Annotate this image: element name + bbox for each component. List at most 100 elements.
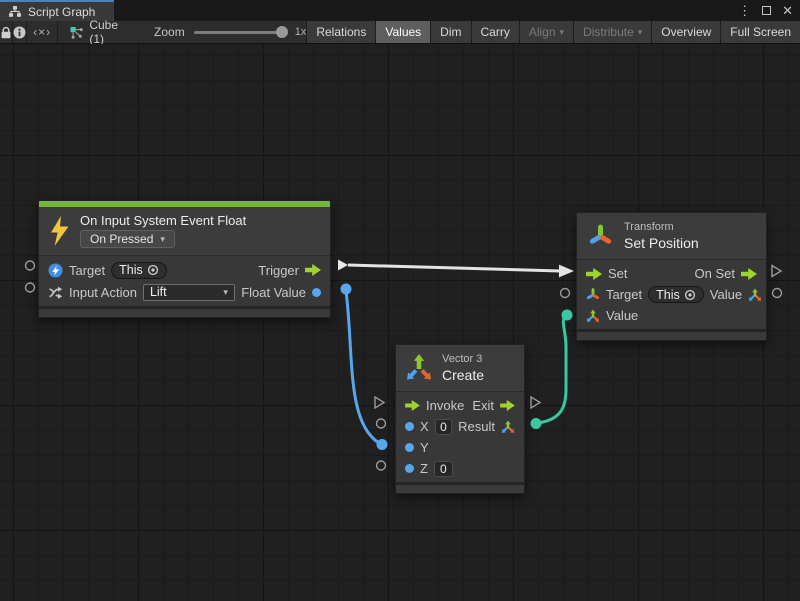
on-set-port-marker[interactable] <box>772 266 781 277</box>
flow-arrow-icon[interactable] <box>405 400 420 411</box>
toolbar-button-label: Align <box>529 25 556 39</box>
x-port-label: X <box>420 419 429 434</box>
toolbar-button-dim[interactable]: Dim <box>430 21 470 43</box>
window-controls: ⋮ ✕ <box>738 0 793 21</box>
transform-icon <box>587 222 614 250</box>
graph-toolbar: ‹×› Cube (1) Zoom 1x RelationsValuesDimC… <box>0 21 800 44</box>
toolbar-button-align: Align <box>519 21 573 43</box>
node-on-input-system-event-float[interactable]: On Input System Event Float On Pressed T… <box>38 200 331 318</box>
graph-name: Cube (1) <box>89 18 118 46</box>
set-target-row: Target This Value <box>577 284 766 305</box>
y-in-port-marker[interactable] <box>377 439 388 450</box>
y-row: Y <box>396 437 524 458</box>
window-menu-icon[interactable]: ⋮ <box>738 4 751 17</box>
z-row: Z 0 <box>396 458 524 479</box>
vector3-node-footer <box>396 482 524 493</box>
zoom-slider[interactable] <box>194 31 286 34</box>
toolbar-button-overview[interactable]: Overview <box>651 21 720 43</box>
transform-mini-icon <box>586 287 600 302</box>
target-object-field[interactable]: This <box>111 262 167 279</box>
lock-button[interactable] <box>0 21 13 43</box>
z-port-marker[interactable] <box>377 461 386 470</box>
trigger-out-port-marker[interactable] <box>338 260 348 271</box>
maximize-icon[interactable] <box>762 6 771 15</box>
toolbar-button-label: Dim <box>440 25 461 39</box>
object-picker-icon[interactable] <box>684 289 696 301</box>
toolbar-button-label: Values <box>385 25 421 39</box>
chevron-down-icon <box>160 232 165 246</box>
set-row: Set On Set <box>577 263 766 284</box>
flow-arrow-icon[interactable] <box>305 264 321 276</box>
input-action-port-label: Input Action <box>69 285 137 300</box>
result-out-port-marker[interactable] <box>531 418 542 429</box>
graph-canvas[interactable]: On Input System Event Float On Pressed T… <box>0 44 800 601</box>
node-vector3-create[interactable]: Vector 3 Create Invoke Exit <box>395 344 525 494</box>
event-target-row: Target This Trigger <box>39 259 330 281</box>
flow-arrow-icon[interactable] <box>586 268 602 280</box>
flow-arrow-icon[interactable] <box>741 268 757 280</box>
flow-arrow-icon[interactable] <box>500 400 515 411</box>
value-out-port-label: Value <box>710 287 742 302</box>
float-value-port-label: Float Value <box>241 285 306 300</box>
chevron-down-icon <box>223 285 228 299</box>
invoke-row: Invoke Exit <box>396 395 524 416</box>
vector3-mini-icon[interactable] <box>501 420 515 434</box>
chevron-down-icon <box>560 25 565 39</box>
toolbar-button-distribute: Distribute <box>573 21 651 43</box>
toolbar-button-values[interactable]: Values <box>375 21 430 43</box>
info-icon <box>13 26 26 39</box>
event-node-header[interactable]: On Input System Event Float On Pressed <box>39 207 330 256</box>
toolbar-button-full-screen[interactable]: Full Screen <box>720 21 800 43</box>
script-graph-window: Script Graph ⋮ ✕ ‹×› Cube (1) Zoom <box>0 0 800 601</box>
tab-title: Script Graph <box>28 5 95 19</box>
event-target-port-marker[interactable] <box>26 261 35 270</box>
lightning-bolt-icon <box>49 216 70 246</box>
vector3-node-header[interactable]: Vector 3 Create <box>396 345 524 392</box>
invoke-port-marker[interactable] <box>375 397 384 408</box>
zoom-slider-handle[interactable] <box>276 26 288 38</box>
x-row: X 0 Result <box>396 416 524 437</box>
graph-asset-icon <box>70 26 83 39</box>
info-button[interactable] <box>13 21 27 43</box>
input-action-dropdown[interactable]: Lift <box>143 284 235 301</box>
code-preview-button[interactable]: ‹×› <box>27 21 58 43</box>
zoom-label: Zoom <box>154 25 185 39</box>
toolbar-button-label: Carry <box>481 25 510 39</box>
float-port-icon[interactable] <box>405 443 414 452</box>
y-port-label: Y <box>420 440 429 455</box>
event-action-port-marker[interactable] <box>26 283 35 292</box>
vector3-mini-icon[interactable] <box>586 309 600 323</box>
x-value-field[interactable]: 0 <box>435 419 452 435</box>
lock-icon <box>0 26 12 39</box>
wire-result-to-value[interactable] <box>537 316 566 423</box>
set-target-port-marker[interactable] <box>561 289 570 298</box>
close-icon[interactable]: ✕ <box>782 4 793 17</box>
trigger-port-label: Trigger <box>258 263 299 278</box>
set-target-object-field[interactable]: This <box>648 286 704 303</box>
object-picker-icon[interactable] <box>147 264 159 276</box>
wire-trigger-to-set[interactable] <box>348 265 560 271</box>
float-port-icon[interactable] <box>405 464 414 473</box>
on-set-port-label: On Set <box>695 266 735 281</box>
toolbar-buttons: Relations Values Dim Carry Align Distribute Ov… <box>306 21 800 43</box>
wire-floatvalue-to-y[interactable] <box>346 291 379 443</box>
value-out-port-marker[interactable] <box>773 289 782 298</box>
exit-port-marker[interactable] <box>531 397 540 408</box>
event-mode-dropdown[interactable]: On Pressed <box>80 230 175 248</box>
wire-arrowhead <box>559 265 574 278</box>
toolbar-button-carry[interactable]: Carry <box>471 21 519 43</box>
vector3-mini-icon[interactable] <box>748 288 762 302</box>
toolbar-button-label: Distribute <box>583 25 634 39</box>
toolbar-button-relations[interactable]: Relations <box>306 21 375 43</box>
x-port-marker[interactable] <box>377 419 386 428</box>
graph-breadcrumb[interactable]: Cube (1) <box>58 21 130 43</box>
float-port-icon[interactable] <box>312 288 321 297</box>
set-value-row: Value <box>577 305 766 326</box>
value-in-port-label: Value <box>606 308 638 323</box>
z-value-field[interactable]: 0 <box>434 461 453 477</box>
node-transform-set-position[interactable]: Transform Set Position Set On Set <box>576 212 767 341</box>
float-value-out-port-marker[interactable] <box>341 284 352 295</box>
set-position-node-header[interactable]: Transform Set Position <box>577 213 766 260</box>
value-in-port-marker[interactable] <box>562 310 573 321</box>
float-port-icon[interactable] <box>405 422 414 431</box>
